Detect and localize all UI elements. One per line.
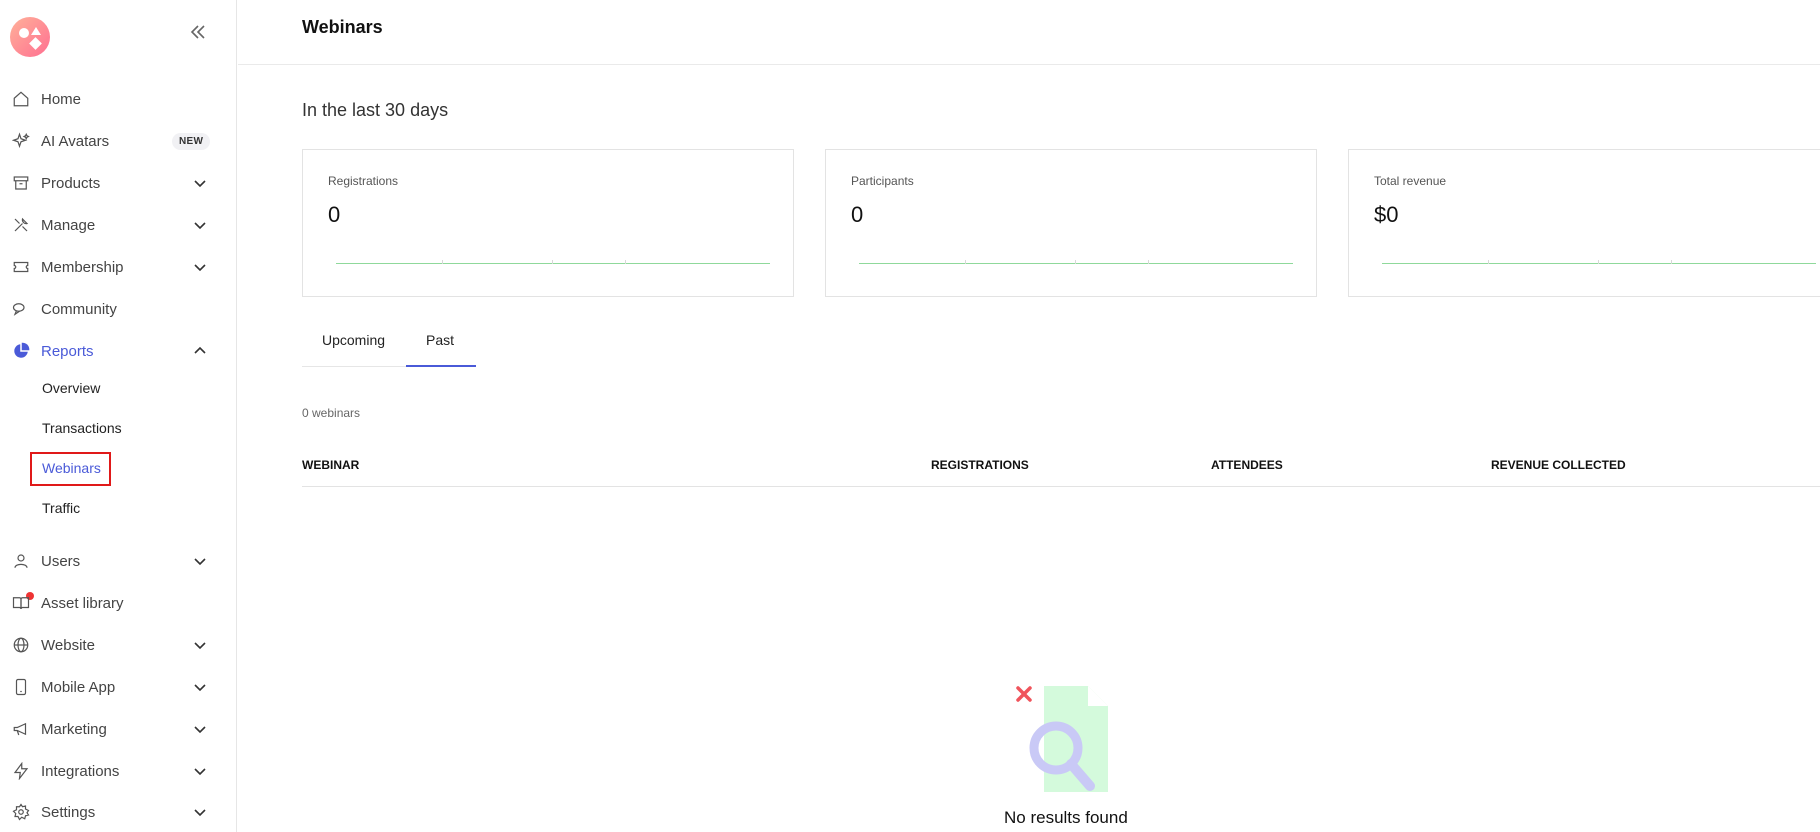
sparkline: [1382, 263, 1816, 264]
sidebar: Home AI Avatars NEW Products Manage Memb…: [0, 0, 237, 832]
section-title: In the last 30 days: [302, 100, 449, 120]
sidebar-subitem-transactions[interactable]: Transactions: [42, 420, 122, 436]
sidebar-item-label: Mobile App: [41, 678, 116, 696]
sidebar-item-label: Settings: [41, 803, 96, 821]
sidebar-item-asset-library[interactable]: Asset library: [0, 583, 237, 623]
stat-card-registrations: Registrations 0: [302, 149, 794, 297]
main-content: Webinars In the last 30 days Registratio…: [238, 0, 1820, 832]
sidebar-item-label: Community: [41, 300, 117, 318]
sidebar-item-home[interactable]: Home: [0, 79, 237, 119]
tab-upcoming[interactable]: Upcoming: [322, 332, 385, 348]
sparkle-icon: [12, 132, 30, 149]
home-icon: [13, 91, 29, 107]
sparkline: [859, 263, 1293, 264]
sidebar-item-mobile-app[interactable]: Mobile App: [0, 667, 237, 707]
page-title: Webinars: [302, 17, 383, 37]
stat-card-total-revenue: Total revenue $0: [1348, 149, 1820, 297]
sidebar-item-label: Marketing: [41, 720, 107, 738]
tab-past[interactable]: Past: [426, 332, 454, 348]
column-header-webinar[interactable]: WEBINAR: [302, 458, 359, 472]
stat-card-participants: Participants 0: [825, 149, 1317, 297]
sparkline: [336, 263, 770, 264]
sidebar-item-reports[interactable]: Reports: [0, 331, 237, 371]
sidebar-item-website[interactable]: Website: [0, 625, 237, 665]
top-bar: Webinars: [238, 0, 1820, 65]
empty-search-illustration-icon: [1016, 686, 1108, 792]
sidebar-item-integrations[interactable]: Integrations: [0, 751, 237, 791]
sidebar-item-label: Membership: [41, 258, 124, 276]
sidebar-item-membership[interactable]: Membership: [0, 247, 237, 287]
tab-bar: Upcoming Past: [302, 322, 476, 367]
empty-state-message: No results found: [1004, 808, 1128, 827]
sparkline-tick: [965, 260, 966, 264]
gear-icon: [12, 803, 30, 821]
sparkline-tick: [552, 260, 553, 264]
tools-icon: [14, 217, 29, 232]
book-open-icon: [12, 597, 30, 610]
sidebar-item-label: Website: [41, 636, 95, 654]
new-badge: NEW: [172, 132, 211, 150]
chevron-down-icon[interactable]: [192, 217, 208, 233]
sidebar-item-manage[interactable]: Manage: [0, 205, 237, 245]
chevron-down-icon[interactable]: [192, 637, 208, 653]
sidebar-item-settings[interactable]: Settings: [0, 792, 237, 832]
sidebar-item-community[interactable]: Community: [0, 289, 237, 600]
column-header-revenue-collected[interactable]: REVENUE COLLECTED: [1491, 458, 1626, 472]
stat-label: Registrations: [328, 174, 399, 188]
sidebar-subitem-traffic[interactable]: Traffic: [42, 500, 80, 516]
sidebar-item-label: Reports: [41, 342, 94, 360]
sparkline-tick: [1148, 260, 1149, 264]
chevron-down-icon[interactable]: [192, 721, 208, 737]
sparkline-tick: [1671, 260, 1672, 264]
collapse-sidebar-icon[interactable]: [186, 20, 210, 44]
sparkline-tick: [1598, 260, 1599, 264]
sparkline-tick: [442, 260, 443, 264]
stat-label: Participants: [851, 174, 914, 188]
phone-icon: [15, 678, 27, 696]
sidebar-item-label: Products: [41, 174, 101, 192]
sidebar-item-label: Users: [41, 552, 81, 570]
chevron-down-icon[interactable]: [192, 804, 208, 820]
chat-bubbles-icon: [12, 303, 25, 316]
sidebar-item-users[interactable]: Users: [0, 541, 237, 581]
sparkline-tick: [1488, 260, 1489, 264]
chevron-down-icon[interactable]: [192, 175, 208, 191]
column-header-attendees[interactable]: ATTENDEES: [1211, 458, 1283, 472]
lightning-icon: [13, 762, 29, 780]
ticket-icon: [13, 261, 29, 273]
app-logo-icon[interactable]: [10, 17, 50, 57]
sparkline-tick: [1075, 260, 1076, 264]
sidebar-subitem-webinars[interactable]: Webinars: [42, 460, 101, 476]
sidebar-item-label: AI Avatars: [41, 132, 110, 150]
archive-box-icon: [13, 176, 29, 190]
stat-value: $0: [1374, 202, 1399, 227]
chevron-down-icon[interactable]: [192, 763, 208, 779]
sidebar-item-marketing[interactable]: Marketing: [0, 709, 237, 749]
sidebar-item-label: Manage: [41, 216, 96, 234]
column-header-registrations[interactable]: REGISTRATIONS: [931, 458, 1029, 472]
chevron-down-icon[interactable]: [192, 553, 208, 569]
sparkline-tick: [625, 260, 626, 264]
table-header: WEBINAR REGISTRATIONS ATTENDEES REVENUE …: [302, 446, 1820, 487]
user-icon: [14, 554, 28, 568]
pie-chart-icon: [14, 342, 30, 358]
sidebar-item-ai-avatars[interactable]: AI Avatars NEW: [0, 121, 237, 161]
stat-value: 0: [328, 202, 341, 227]
chevron-down-icon[interactable]: [192, 679, 208, 695]
sidebar-item-label: Home: [41, 90, 82, 108]
stat-value: 0: [851, 202, 864, 227]
megaphone-icon: [13, 722, 27, 736]
active-tab-indicator: [406, 365, 476, 367]
sidebar-item-label: Asset library: [41, 594, 124, 612]
globe-icon: [13, 637, 29, 653]
webinar-count: 0 webinars: [302, 406, 361, 420]
sidebar-item-products[interactable]: Products: [0, 163, 237, 203]
sidebar-subitem-overview[interactable]: Overview: [42, 380, 100, 396]
chevron-down-icon[interactable]: [192, 259, 208, 275]
stat-label: Total revenue: [1374, 174, 1447, 188]
chevron-up-icon[interactable]: [192, 343, 208, 359]
sidebar-item-label: Integrations: [41, 762, 120, 780]
